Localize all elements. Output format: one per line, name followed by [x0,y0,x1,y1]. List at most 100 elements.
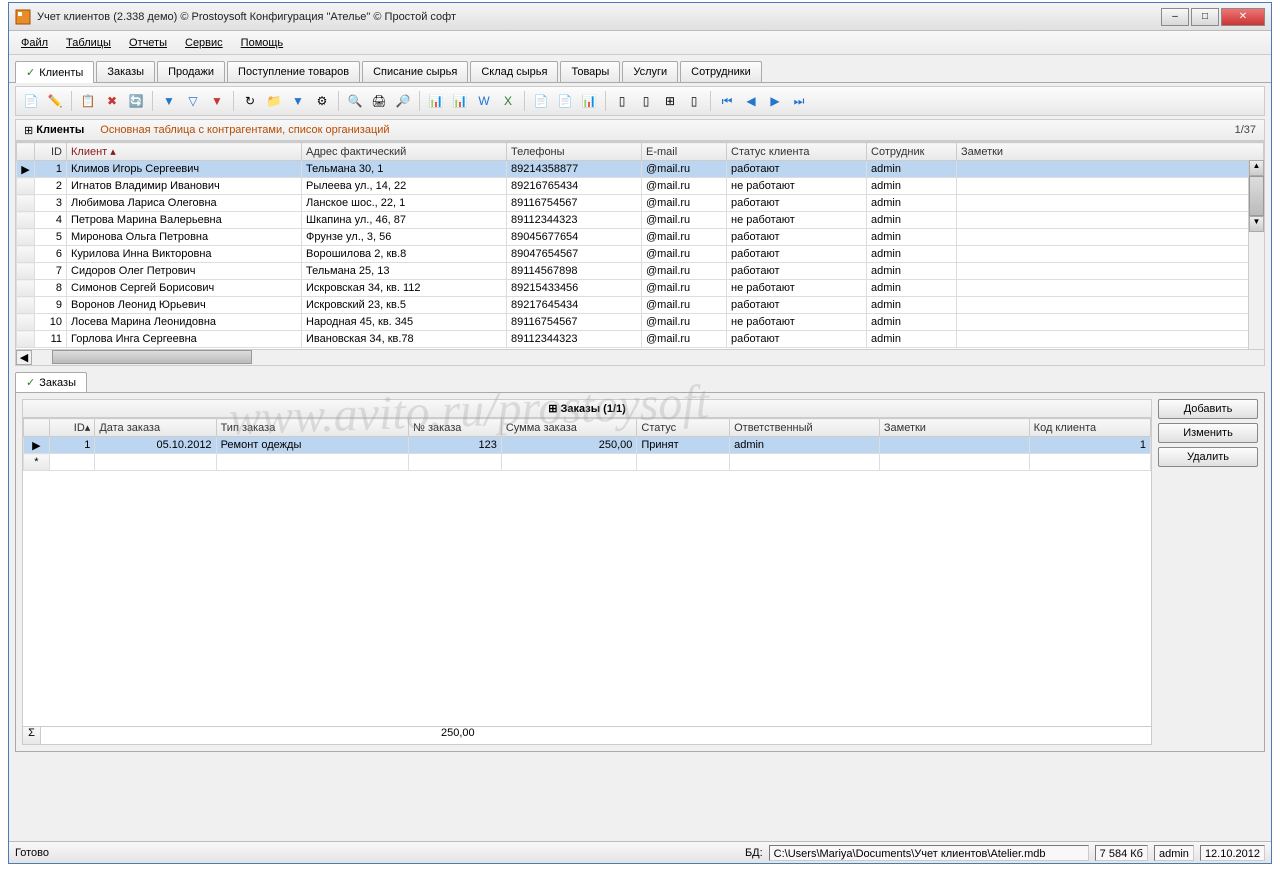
close-button[interactable]: ✕ [1221,8,1265,26]
col-client[interactable]: Клиент ▴ [67,143,302,161]
maximize-button[interactable]: □ [1191,8,1219,26]
action1-icon[interactable]: ↻ [239,90,261,112]
col-status[interactable]: Статус клиента [727,143,867,161]
col-email[interactable]: E-mail [642,143,727,161]
excel-icon[interactable]: X [497,90,519,112]
action2-icon[interactable]: 📁 [263,90,285,112]
subcol-id[interactable]: ID▴ [49,419,95,437]
table-row[interactable]: 8Симонов Сергей БорисовичИскровская 34, … [17,280,1264,297]
delete-button[interactable]: Удалить [1158,447,1258,467]
minimize-button[interactable]: – [1161,8,1189,26]
menu-tables[interactable]: Таблицы [58,34,119,52]
edit-icon[interactable]: ✏️ [44,90,66,112]
prev-icon[interactable]: ◀ [740,90,762,112]
subtab-orders[interactable]: ✓Заказы [15,372,87,392]
col-phones[interactable]: Телефоны [507,143,642,161]
view2-icon[interactable]: ▯ [635,90,657,112]
col-rowheader[interactable] [17,143,35,161]
subcol-sum[interactable]: Сумма заказа [501,419,637,437]
first-icon[interactable]: ⏮ [716,90,738,112]
subcol-status[interactable]: Статус [637,419,730,437]
filter-icon[interactable]: ▼ [158,90,180,112]
edit-button[interactable]: Изменить [1158,423,1258,443]
import1-icon[interactable]: 📄 [530,90,552,112]
add-button[interactable]: Добавить [1158,399,1258,419]
table-row[interactable]: 7Сидоров Олег ПетровичТельмана 25, 13891… [17,263,1264,280]
col-address[interactable]: Адрес фактический [302,143,507,161]
view3-icon[interactable]: ▯ [683,90,705,112]
last-icon[interactable]: ⏭ [788,90,810,112]
vertical-scrollbar[interactable]: ▲ ▼ [1248,160,1264,349]
window-title: Учет клиентов (2.338 демо) © Prostoysoft… [37,11,1161,23]
col-notes[interactable]: Заметки [957,143,1264,161]
preview-icon[interactable]: 🔎 [392,90,414,112]
app-icon [15,9,31,25]
word-icon[interactable]: W [473,90,495,112]
sigma-icon: Σ [23,727,41,744]
subcol-clientcode[interactable]: Код клиента [1029,419,1150,437]
scroll-thumb[interactable] [1249,176,1264,216]
menu-reports[interactable]: Отчеты [121,34,175,52]
filter-clear-icon[interactable]: ▽ [182,90,204,112]
grid-icon[interactable]: ⊞ [659,90,681,112]
filter-off-icon[interactable]: ▼ [206,90,228,112]
tab-sales[interactable]: Продажи [157,61,225,82]
subcol-date[interactable]: Дата заказа [95,419,216,437]
col-employee[interactable]: Сотрудник [867,143,957,161]
filter2-icon[interactable]: ▼ [287,90,309,112]
status-ready: Готово [15,847,49,859]
table-row[interactable]: 11Горлова Инга СергеевнаИвановская 34, к… [17,331,1264,348]
find-icon[interactable]: 🔍 [344,90,366,112]
import2-icon[interactable]: 📄 [554,90,576,112]
table-row[interactable]: 9Воронов Леонид ЮрьевичИскровский 23, кв… [17,297,1264,314]
titlebar: Учет клиентов (2.338 демо) © Prostoysoft… [9,3,1271,31]
sub-tabs: ✓Заказы [9,366,1271,392]
record-counter: 1/37 [1235,124,1256,136]
subcol-rowheader[interactable] [24,419,50,437]
new-icon[interactable]: 📄 [20,90,42,112]
subcol-notes[interactable]: Заметки [879,419,1029,437]
export2-icon[interactable]: 📊 [449,90,471,112]
table-row[interactable]: 3Любимова Лариса ОлеговнаЛанское шос., 2… [17,195,1264,212]
table-row[interactable]: ▶105.10.2012Ремонт одежды123250,00Принят… [24,437,1151,454]
refresh-icon[interactable]: 🔄 [125,90,147,112]
sum-row: Σ 250,00 [23,726,1151,744]
menu-file[interactable]: Файл [13,34,56,52]
subcol-type[interactable]: Тип заказа [216,419,409,437]
tab-clients[interactable]: ✓Клиенты [15,61,94,83]
col-id[interactable]: ID [35,143,67,161]
print-icon[interactable]: 🖨 [368,90,390,112]
export1-icon[interactable]: 📊 [425,90,447,112]
chart-icon[interactable]: 📊 [578,90,600,112]
table-row[interactable]: 4Петрова Марина ВалерьевнаШкапина ул., 4… [17,212,1264,229]
tab-writeoff[interactable]: Списание сырья [362,61,468,82]
table-row[interactable]: ▶1Климов Игорь СергеевичТельмана 30, 189… [17,161,1264,178]
hscroll-thumb[interactable] [52,350,252,364]
sum-value: 250,00 [41,727,1151,744]
menu-help[interactable]: Помощь [233,34,292,52]
new-row[interactable]: * [24,454,1151,471]
tab-supplies[interactable]: Поступление товаров [227,61,360,82]
scroll-up-icon[interactable]: ▲ [1249,160,1264,176]
tab-stock[interactable]: Склад сырья [470,61,558,82]
tab-services[interactable]: Услуги [622,61,678,82]
table-row[interactable]: 6Курилова Инна ВикторовнаВорошилова 2, к… [17,246,1264,263]
next-icon[interactable]: ▶ [764,90,786,112]
table-row[interactable]: 2Игнатов Владимир ИвановичРылеева ул., 1… [17,178,1264,195]
delete-icon[interactable]: ✖ [101,90,123,112]
tab-staff[interactable]: Сотрудники [680,61,762,82]
sql-icon[interactable]: ⚙ [311,90,333,112]
view1-icon[interactable]: ▯ [611,90,633,112]
tab-orders[interactable]: Заказы [96,61,155,82]
menu-service[interactable]: Сервис [177,34,231,52]
copy-icon[interactable]: 📋 [77,90,99,112]
table-row[interactable]: 10Лосева Марина ЛеонидовнаНародная 45, к… [17,314,1264,331]
subcol-resp[interactable]: Ответственный [730,419,880,437]
sub-header: ⊞ Заказы (1/1) [23,400,1151,418]
tab-goods[interactable]: Товары [560,61,620,82]
horizontal-scrollbar[interactable]: ◀ [16,349,1264,365]
table-row[interactable]: 5Миронова Ольга ПетровнаФрунзе ул., 3, 5… [17,229,1264,246]
subcol-num[interactable]: № заказа [409,419,502,437]
scroll-down-icon[interactable]: ▼ [1249,216,1264,232]
table-icon: ⊞ [24,124,33,137]
